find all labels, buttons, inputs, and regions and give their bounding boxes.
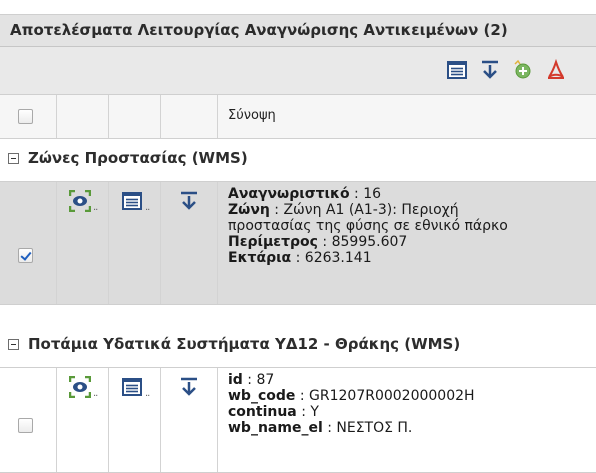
column-divider [108, 182, 109, 304]
add-to-map-icon[interactable] [512, 59, 534, 81]
summary-line: Ζώνη : Ζώνη Α1 (Α1-3): Περιοχή [228, 202, 459, 218]
overflow-dots: .. [145, 388, 150, 399]
column-divider [160, 95, 161, 138]
feature-summary: Αναγνωριστικό : 16 Ζώνη : Ζώνη Α1 (Α1-3)… [228, 186, 594, 266]
zoom-to-feature-icon[interactable] [68, 189, 92, 213]
column-divider [108, 95, 109, 138]
summary-line: προστασίας της φύσης σε εθνικό πάρκο [228, 218, 508, 234]
summary-line: id : 87 [228, 372, 275, 388]
results-table-header: Σύνοψη [0, 95, 596, 139]
feature-summary: id : 87 wb_code : GR1207R0002000002H con… [228, 372, 594, 436]
summary-line: Εκτάρια : 6263.141 [228, 250, 372, 266]
group-header-river-water-systems[interactable]: Ποτάμια Υδατικά Συστήματα ΥΔ12 - Θράκης … [0, 325, 596, 367]
pdf-export-icon[interactable] [545, 58, 567, 81]
column-divider [217, 368, 218, 472]
summary-column-header: Σύνοψη [228, 108, 276, 123]
overflow-dots: .. [93, 202, 98, 213]
column-divider [217, 95, 218, 138]
panel-title-bar: Αποτελέσματα Λειτουργίας Αναγνώρισης Αντ… [0, 14, 596, 47]
column-divider [56, 95, 57, 138]
summary-line: continua : Y [228, 404, 319, 420]
column-divider [160, 368, 161, 472]
details-table-icon[interactable] [121, 376, 143, 398]
column-divider [56, 182, 57, 304]
summary-line: wb_code : GR1207R0002000002H [228, 388, 475, 404]
select-all-checkbox[interactable] [18, 109, 33, 124]
column-divider [108, 368, 109, 472]
row-select-checkbox[interactable] [18, 418, 33, 433]
panel-title: Αποτελέσματα Λειτουργίας Αναγνώρισης Αντ… [10, 21, 508, 39]
results-toolbar [0, 47, 596, 95]
download-icon[interactable] [479, 59, 501, 81]
download-icon[interactable] [178, 376, 200, 398]
zoom-to-feature-icon[interactable] [68, 375, 92, 399]
overflow-dots: .. [93, 388, 98, 399]
result-row[interactable]: .. .. id : 87 wb_code : GR1207R000200000… [0, 367, 596, 473]
group-title: Ζώνες Προστασίας (WMS) [28, 149, 248, 167]
group-header-protection-zones[interactable]: Ζώνες Προστασίας (WMS) [0, 139, 596, 181]
result-row[interactable]: .. .. Αναγνωριστικό : 16 Ζώνη : Ζώνη Α1 … [0, 181, 596, 305]
collapse-toggle-icon[interactable] [8, 339, 19, 350]
group-title: Ποτάμια Υδατικά Συστήματα ΥΔ12 - Θράκης … [28, 335, 461, 353]
details-table-icon[interactable] [121, 190, 143, 212]
download-icon[interactable] [178, 190, 200, 212]
column-divider [217, 182, 218, 304]
summary-line: Περίμετρος : 85995.607 [228, 234, 408, 250]
column-divider [160, 182, 161, 304]
summary-line: wb_name_el : ΝΕΣΤΟΣ Π. [228, 420, 413, 436]
collapse-toggle-icon[interactable] [8, 153, 19, 164]
row-select-checkbox[interactable] [18, 248, 33, 263]
overflow-dots: .. [145, 202, 150, 213]
summary-line: Αναγνωριστικό : 16 [228, 186, 382, 202]
column-divider [56, 368, 57, 472]
table-view-icon[interactable] [446, 59, 468, 81]
clipped-top-text: · · · · · · · · · · · · · · · · · · · · … [0, 0, 596, 9]
